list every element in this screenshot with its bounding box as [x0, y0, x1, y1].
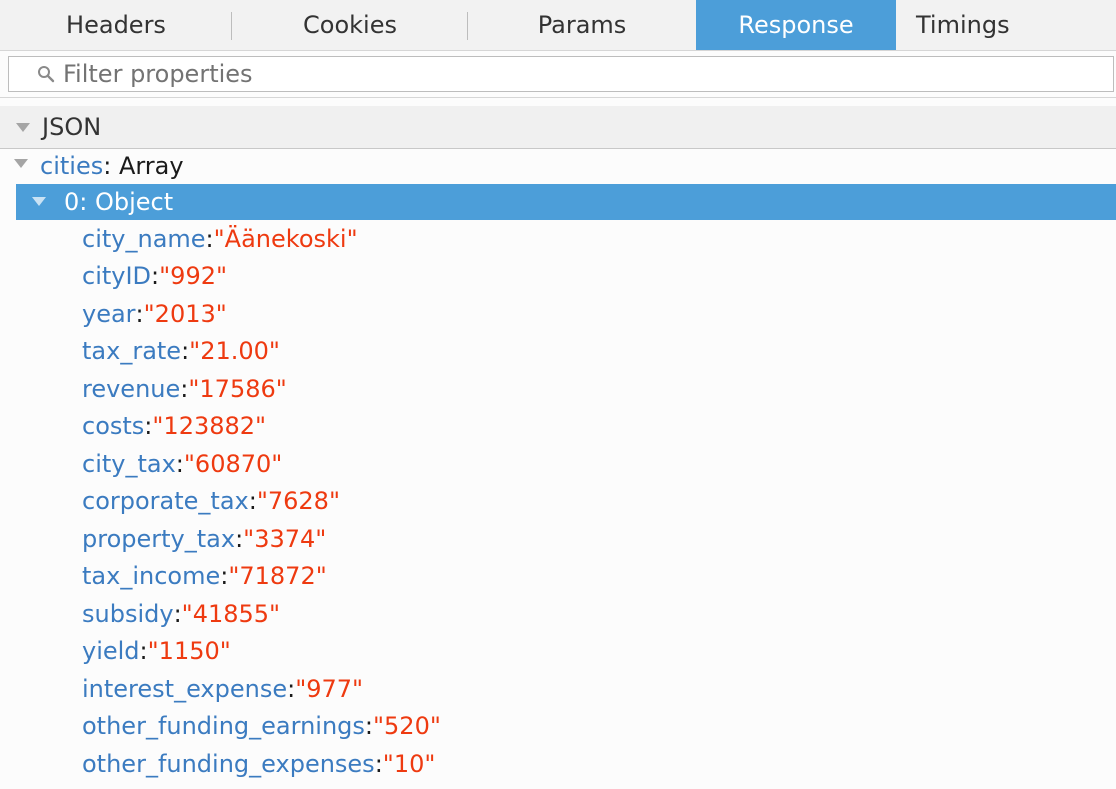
property-value: "Äänekoski": [213, 224, 358, 253]
colon: :: [235, 524, 244, 553]
search-icon: [33, 61, 59, 87]
colon: :: [139, 637, 148, 666]
property-value: "977": [295, 674, 364, 703]
property-key: cityID: [82, 262, 152, 291]
property-key: other_funding_earnings: [82, 712, 365, 741]
property-row[interactable]: interest_expense: "977": [0, 670, 1116, 708]
tree-row-object-selected[interactable]: 0: Object: [16, 184, 1116, 220]
property-row[interactable]: revenue: "17586": [0, 370, 1116, 408]
property-value: "3374": [243, 524, 327, 553]
tab-params[interactable]: Params: [468, 0, 696, 50]
json-tree: cities: Array 0: Object city_name: "Ääne…: [0, 148, 1116, 789]
response-panel: Headers Cookies Params Response Timings …: [0, 0, 1116, 789]
colon: :: [79, 188, 95, 216]
property-value: "7628": [256, 487, 340, 516]
property-row[interactable]: city_tax: "60870": [0, 445, 1116, 483]
colon: :: [144, 412, 153, 441]
property-value: "1150": [147, 637, 231, 666]
property-key: yield: [82, 637, 140, 666]
colon: :: [173, 599, 182, 628]
colon: :: [287, 674, 296, 703]
property-key: tax_income: [82, 562, 221, 591]
property-value: "41855": [181, 599, 281, 628]
property-row[interactable]: write_down: "5737": [0, 783, 1116, 789]
colon: :: [364, 712, 373, 741]
property-key: subsidy: [82, 599, 174, 628]
tab-timings[interactable]: Timings: [896, 0, 1116, 50]
tree-row-cities[interactable]: cities: Array: [0, 148, 1116, 184]
expand-triangle-icon[interactable]: [32, 197, 46, 206]
item-index: 0: [64, 188, 80, 216]
property-row[interactable]: other_funding_expenses: "10": [0, 745, 1116, 783]
cities-type: Array: [118, 152, 184, 180]
property-key: interest_expense: [82, 674, 288, 703]
property-row[interactable]: subsidy: "41855": [0, 595, 1116, 633]
colon: :: [151, 262, 160, 291]
property-value: "2013": [143, 299, 227, 328]
property-row[interactable]: property_tax: "3374": [0, 520, 1116, 558]
property-list: city_name: "Äänekoski" cityID: "992" year:…: [0, 220, 1116, 789]
property-row[interactable]: other_funding_earnings: "520": [0, 708, 1116, 746]
property-key: property_tax: [82, 524, 236, 553]
tree-key: 0: Object: [64, 188, 173, 216]
property-value: "123882": [152, 412, 267, 441]
json-section-label: JSON: [42, 113, 102, 141]
property-row[interactable]: city_name: "Äänekoski": [0, 220, 1116, 258]
property-value: "21.00": [189, 337, 280, 366]
property-key: revenue: [82, 374, 181, 403]
json-section-header[interactable]: JSON: [0, 106, 1116, 149]
cities-key: cities: [40, 152, 104, 180]
expand-triangle-icon[interactable]: [16, 122, 30, 132]
property-key: corporate_tax: [82, 487, 249, 516]
property-row[interactable]: year: "2013": [0, 295, 1116, 333]
colon: :: [248, 487, 257, 516]
property-key: year: [82, 299, 136, 328]
colon: :: [180, 374, 189, 403]
colon: :: [175, 449, 184, 478]
item-type: Object: [95, 188, 174, 216]
tab-headers[interactable]: Headers: [0, 0, 232, 50]
property-row[interactable]: yield: "1150": [0, 633, 1116, 671]
property-row[interactable]: tax_income: "71872": [0, 558, 1116, 596]
property-value: "17586": [188, 374, 287, 403]
property-row[interactable]: costs: "123882": [0, 408, 1116, 446]
property-key: city_tax: [82, 449, 176, 478]
filter-bar: [0, 51, 1116, 98]
filter-properties-input[interactable]: [63, 60, 1063, 88]
property-value: "71872": [228, 562, 327, 591]
filter-box[interactable]: [8, 56, 1114, 92]
property-key: other_funding_expenses: [82, 749, 375, 778]
colon: :: [220, 562, 229, 591]
colon: :: [205, 224, 214, 253]
tab-response[interactable]: Response: [696, 0, 896, 50]
colon: :: [135, 299, 144, 328]
property-row[interactable]: tax_rate: "21.00": [0, 333, 1116, 371]
tab-bar: Headers Cookies Params Response Timings: [0, 0, 1116, 51]
expand-triangle-icon[interactable]: [14, 159, 28, 168]
property-value: "10": [382, 749, 436, 778]
colon: :: [374, 749, 383, 778]
colon: :: [181, 337, 190, 366]
property-row[interactable]: corporate_tax: "7628": [0, 483, 1116, 521]
property-row[interactable]: cityID: "992": [0, 258, 1116, 296]
colon: :: [103, 152, 119, 180]
property-value: "520": [373, 712, 441, 741]
property-value: "60870": [183, 449, 283, 478]
property-key: tax_rate: [82, 337, 182, 366]
property-key: city_name: [82, 224, 206, 253]
tab-cookies[interactable]: Cookies: [232, 0, 468, 50]
tree-key: cities: Array: [40, 152, 184, 180]
property-key: costs: [82, 412, 145, 441]
property-value: "992": [159, 262, 228, 291]
